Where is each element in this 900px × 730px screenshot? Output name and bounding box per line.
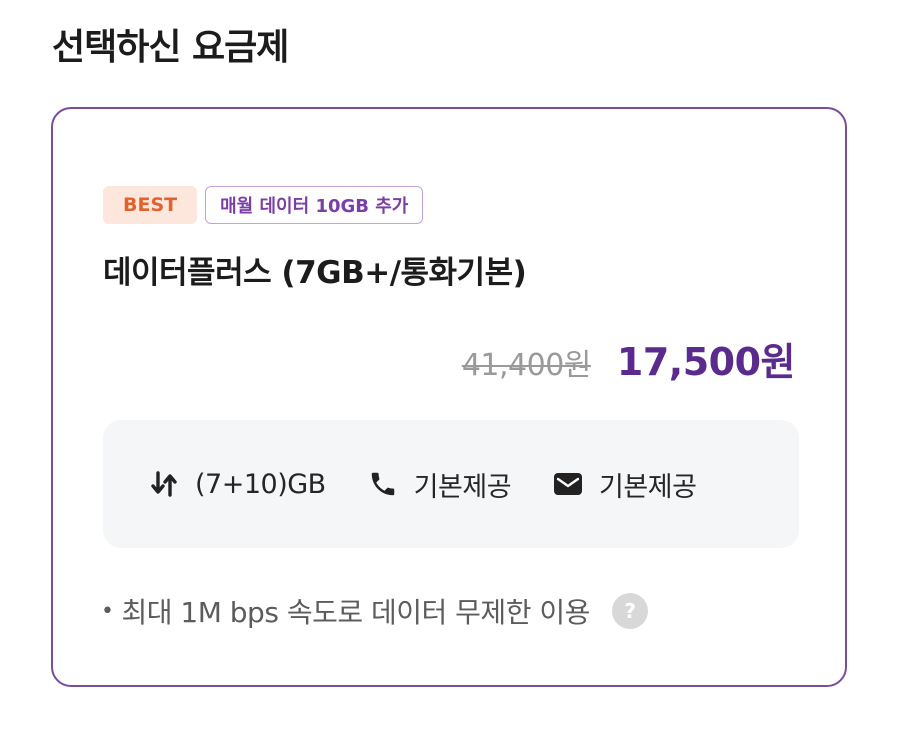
plan-card[interactable]: BEST 매월 데이터 10GB 추가 데이터플러스 (7GB+/통화기본) 4… (51, 107, 847, 687)
promo-badge: 매월 데이터 10GB 추가 (205, 186, 424, 224)
benefit-data-label: (7+10)GB (195, 468, 326, 500)
badge-group: BEST 매월 데이터 10GB 추가 (103, 186, 424, 224)
mail-icon (551, 467, 585, 501)
phone-icon (366, 467, 400, 501)
section-title: 선택하신 요금제 (52, 27, 289, 68)
benefit-message: 기본제공 (551, 465, 697, 504)
benefit-message-label: 기본제공 (599, 471, 697, 503)
data-transfer-icon (147, 467, 181, 501)
original-price: 41,400원 (461, 348, 592, 383)
plan-name: 데이터플러스 (7GB+/통화기본) (103, 255, 527, 291)
benefit-data: (7+10)GB (147, 467, 326, 501)
note-bullet: • (101, 598, 114, 624)
note-text: 최대 1M bps 속도로 데이터 무제한 이용 (121, 596, 590, 629)
best-badge: BEST (103, 186, 198, 224)
plan-note: • 최대 1M bps 속도로 데이터 무제한 이용 ? (101, 591, 648, 631)
benefits-box: (7+10)GB 기본제공 기본제공 (103, 420, 799, 548)
sale-price: 17,500원 (616, 340, 796, 384)
help-icon[interactable]: ? (611, 593, 648, 629)
benefit-call: 기본제공 (366, 465, 512, 504)
benefit-call-label: 기본제공 (413, 471, 512, 503)
price-row: 41,400원 17,500원 (461, 331, 796, 386)
